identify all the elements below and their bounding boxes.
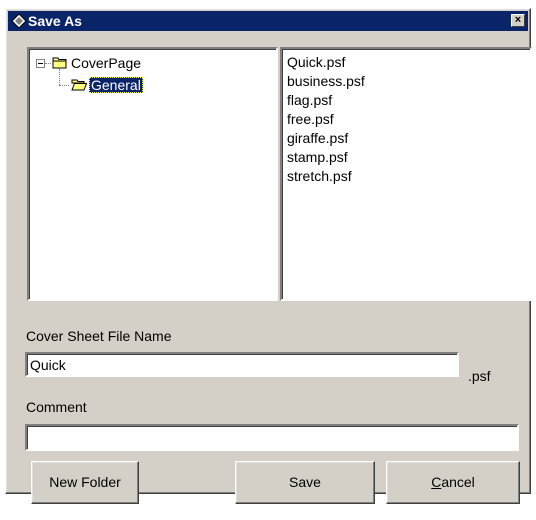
list-item[interactable]: stamp.psf xyxy=(287,148,348,167)
tree-connector xyxy=(45,63,51,65)
list-item[interactable]: free.psf xyxy=(287,110,334,129)
comment-label: Comment xyxy=(26,399,87,415)
extension-label: .psf xyxy=(468,368,491,384)
list-item[interactable]: giraffe.psf xyxy=(287,129,348,148)
folder-open-icon xyxy=(71,79,87,91)
save-button[interactable]: Save xyxy=(235,461,375,504)
close-button[interactable]: × xyxy=(511,14,525,27)
folder-closed-icon xyxy=(52,57,67,69)
tree-item-general[interactable]: General xyxy=(89,77,143,93)
cancel-mnemonic: C xyxy=(431,474,442,490)
collapse-icon[interactable] xyxy=(36,59,45,68)
list-item[interactable]: Quick.psf xyxy=(287,53,345,72)
tree-item-coverpage[interactable]: CoverPage xyxy=(71,55,141,71)
tree-connector xyxy=(59,69,61,85)
comment-field[interactable] xyxy=(25,424,519,451)
cancel-label-rest: ancel xyxy=(441,474,475,490)
cancel-button[interactable]: Cancel xyxy=(386,461,520,504)
new-folder-button[interactable]: New Folder xyxy=(31,461,139,504)
window-title: Save As xyxy=(28,13,82,29)
list-item[interactable]: flag.psf xyxy=(287,91,332,110)
list-item[interactable]: business.psf xyxy=(287,72,365,91)
folder-tree[interactable]: CoverPage General xyxy=(27,47,278,301)
tree-connector xyxy=(59,85,69,87)
title-bar[interactable]: Save As × xyxy=(8,11,528,31)
file-name-label: Cover Sheet File Name xyxy=(26,328,172,344)
diamond-app-icon xyxy=(11,13,27,29)
tree-item-label: General xyxy=(89,77,143,93)
list-item[interactable]: stretch.psf xyxy=(287,167,352,186)
file-list[interactable]: Quick.psf business.psf flag.psf free.psf… xyxy=(280,47,532,301)
tree-item-label: CoverPage xyxy=(71,55,142,71)
save-as-dialog: Save As × CoverPage General Quick.psf bu… xyxy=(5,8,532,504)
file-name-field[interactable]: Quick xyxy=(25,352,459,377)
